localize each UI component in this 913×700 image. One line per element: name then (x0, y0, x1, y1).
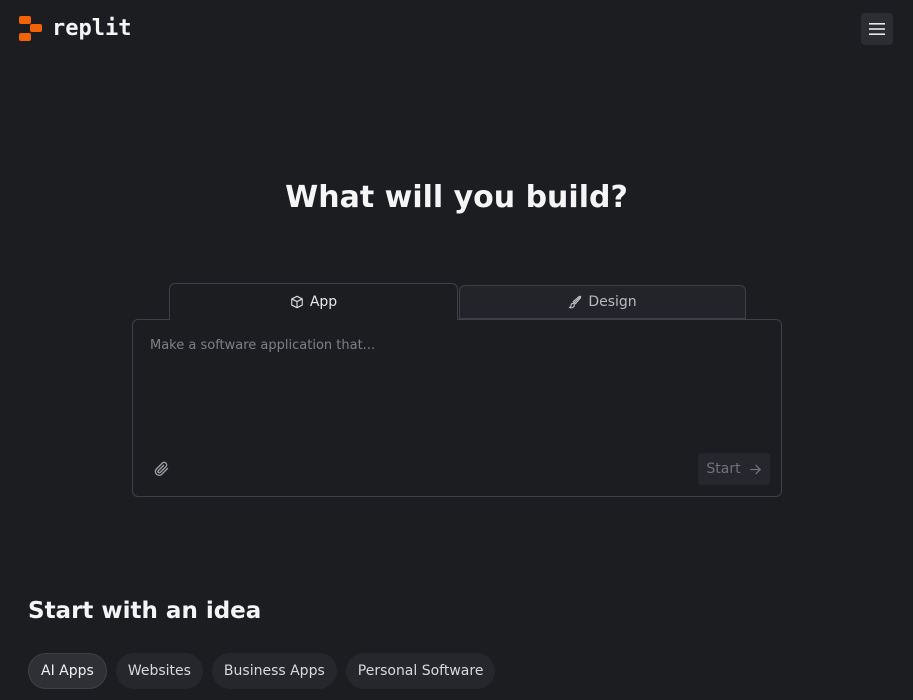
paperclip-icon (154, 461, 169, 477)
attach-button[interactable] (152, 459, 172, 479)
logo-text: replit (52, 15, 132, 41)
idea-chips: AI Apps Websites Business Apps Personal … (28, 653, 496, 689)
hamburger-menu-icon (869, 23, 885, 35)
page-title: What will you build? (285, 180, 628, 215)
cube-icon (290, 295, 303, 309)
menu-button[interactable] (861, 13, 893, 45)
start-button[interactable]: Start (698, 453, 770, 485)
tab-design[interactable]: Design (459, 285, 746, 319)
start-button-label: Start (706, 461, 741, 477)
chip-ai-apps[interactable]: AI Apps (28, 653, 107, 689)
tab-design-label: Design (588, 294, 637, 310)
ideas-section-title: Start with an idea (28, 598, 262, 624)
chip-websites[interactable]: Websites (115, 653, 203, 689)
replit-logo-icon (19, 14, 43, 42)
paintbrush-icon (569, 295, 582, 309)
replit-logo[interactable]: replit (19, 14, 131, 42)
chip-business-apps[interactable]: Business Apps (211, 653, 337, 689)
prompt-input[interactable] (150, 338, 750, 438)
page: replit What will you build? App Design M… (0, 0, 913, 700)
tab-app[interactable]: App (169, 283, 458, 320)
chip-personal-software[interactable]: Personal Software (345, 653, 496, 689)
prompt-box: Start (132, 319, 782, 497)
arrow-right-icon (749, 464, 761, 474)
tab-app-label: App (309, 294, 338, 310)
